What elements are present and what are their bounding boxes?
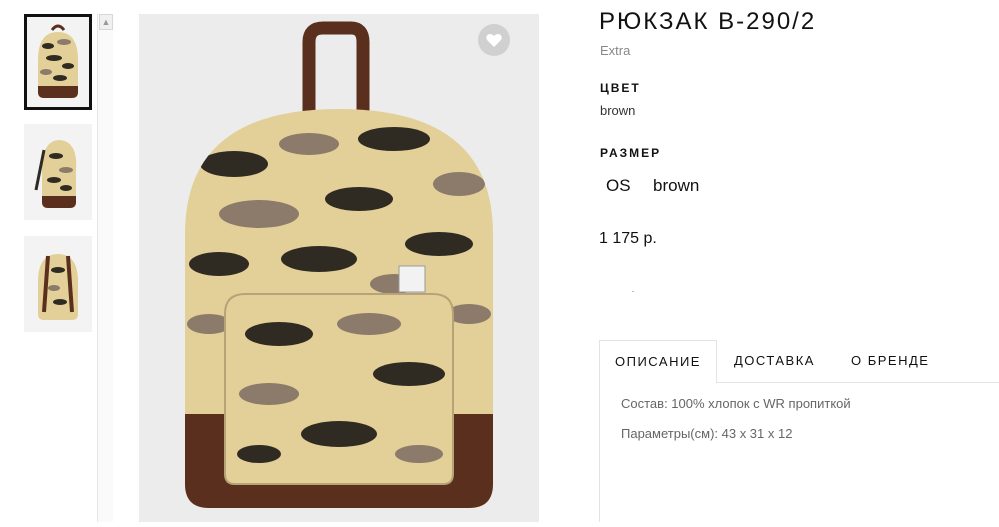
thumbnail-strip: ▲ bbox=[0, 0, 113, 522]
favorite-button[interactable] bbox=[478, 24, 510, 56]
thumbnail-side[interactable] bbox=[24, 124, 92, 220]
tab-delivery[interactable]: ДОСТАВКА bbox=[734, 340, 815, 382]
description-parameters: Параметры(см): 43 x 31 x 12 bbox=[621, 426, 793, 441]
size-label: РАЗМЕР bbox=[600, 146, 662, 160]
tab-about-brand[interactable]: О БРЕНДЕ bbox=[851, 340, 929, 382]
heart-icon bbox=[486, 33, 502, 47]
thumbnail-scrollbar[interactable]: ▲ bbox=[97, 14, 113, 522]
thumbnail-front[interactable] bbox=[24, 14, 92, 110]
size-option-os[interactable]: OS bbox=[600, 176, 637, 196]
tab-description[interactable]: ОПИСАНИЕ bbox=[599, 340, 717, 383]
product-brand-link[interactable]: Extra bbox=[600, 43, 630, 58]
backpack-thumbnail-side-image bbox=[34, 140, 77, 208]
product-title: РЮКЗАК B-290/2 bbox=[599, 8, 817, 35]
backpack-thumbnail-front-image bbox=[38, 24, 78, 98]
backpack-main-image bbox=[185, 21, 493, 508]
color-value: brown bbox=[600, 103, 636, 118]
color-label: ЦВЕТ bbox=[600, 81, 641, 95]
extra-logo-patch bbox=[398, 265, 426, 293]
divider-dot bbox=[632, 291, 634, 292]
size-option-brown[interactable]: brown bbox=[647, 176, 705, 196]
description-composition: Состав: 100% хлопок с WR пропиткой bbox=[621, 396, 851, 411]
thumbnail-back[interactable] bbox=[24, 236, 92, 332]
chevron-up-icon[interactable]: ▲ bbox=[99, 14, 113, 30]
backpack-thumbnail-back-image bbox=[38, 254, 78, 320]
main-product-image bbox=[139, 14, 539, 522]
product-price: 1 175 р. bbox=[599, 230, 657, 247]
